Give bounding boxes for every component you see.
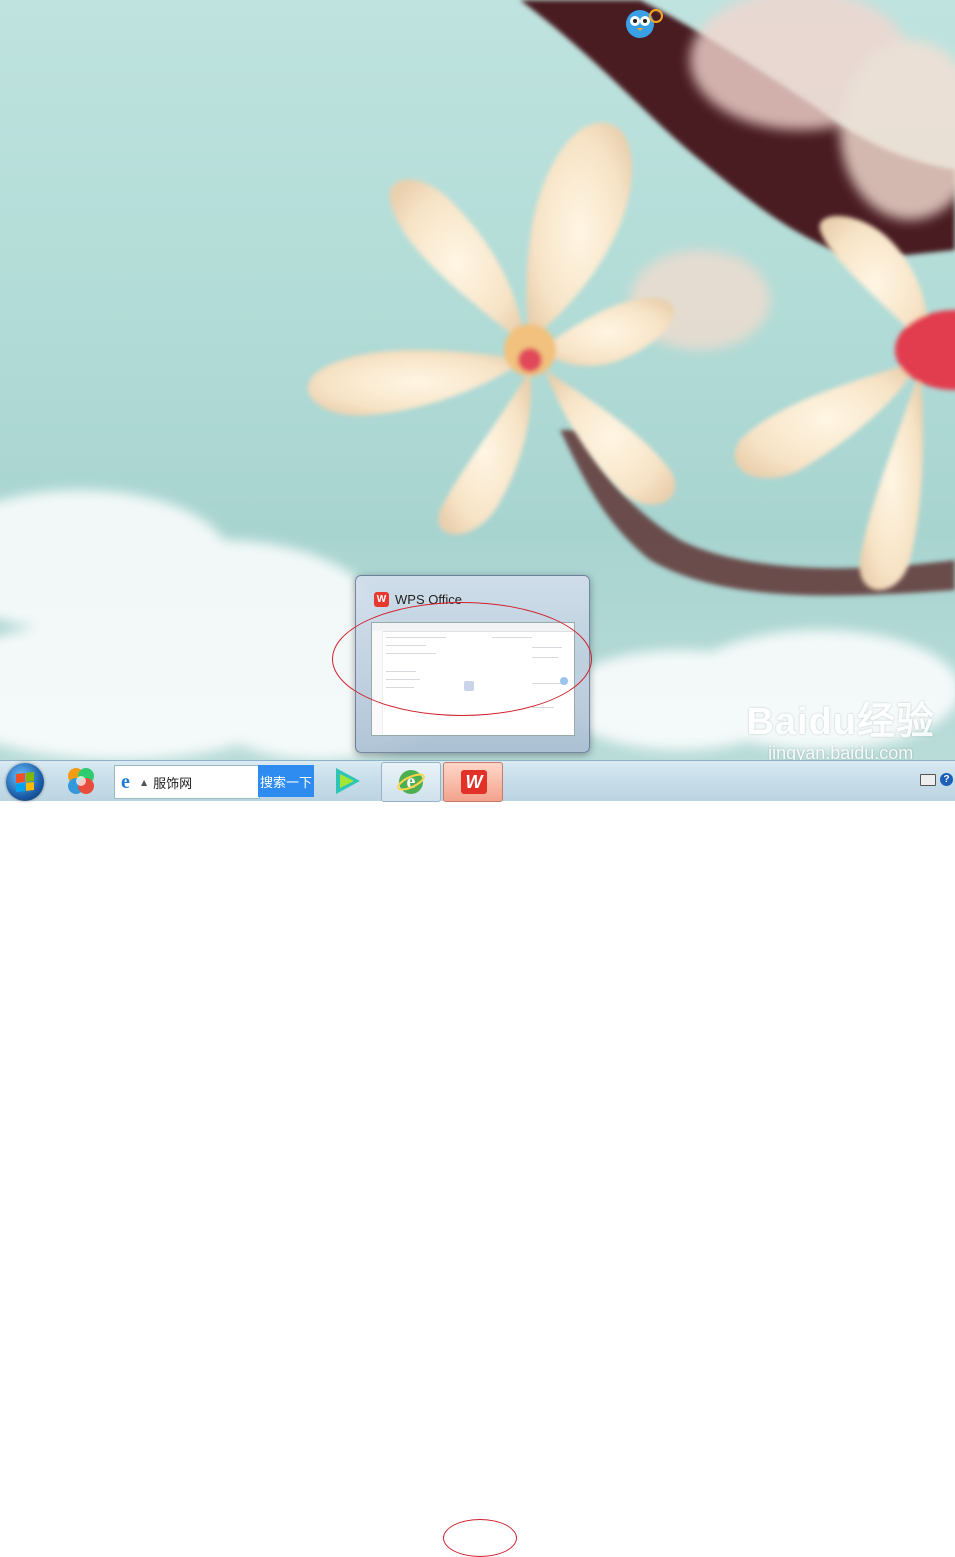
taskbar-thumbnail-preview[interactable]: W WPS Office (355, 575, 590, 753)
thumbnail-line (386, 687, 414, 688)
preview-title-text: WPS Office (395, 592, 462, 607)
window-thumbnail[interactable] (371, 622, 575, 736)
watermark-url: jingyan.baidu.com (768, 743, 914, 760)
taskbar: e ▲ 搜索一下 e W ? (0, 760, 955, 1557)
thumbnail-line (386, 645, 426, 646)
svg-text:e: e (407, 771, 416, 793)
search-button[interactable]: 搜索一下 (258, 765, 314, 797)
wps-icon: W (461, 770, 487, 794)
keyboard-icon[interactable] (920, 773, 936, 786)
windows-start-icon[interactable] (6, 763, 44, 801)
thumbnail-line (386, 671, 416, 672)
help-icon[interactable]: ? (940, 773, 953, 786)
thumbnail-line (532, 707, 554, 708)
thumbnail-line (492, 637, 532, 638)
annotation-ellipse (443, 1519, 517, 1557)
taskbar-browser-button[interactable]: e (381, 762, 441, 802)
system-tray: ? (920, 773, 953, 786)
play-icon[interactable] (330, 764, 364, 798)
thumbnail-titlebar (372, 623, 574, 632)
chevron-up-icon[interactable]: ▲ (141, 778, 147, 787)
thumbnail-line (386, 637, 446, 638)
thumbnail-line (532, 647, 562, 648)
thumbnail-line (532, 657, 558, 658)
thumbnail-line (386, 679, 420, 680)
taskbar-wps-button[interactable]: W (443, 762, 503, 802)
watermark-logo: Baidu经验 (746, 701, 935, 743)
thumbnail-line (532, 683, 562, 684)
thumbnail-sidebar (372, 631, 383, 735)
thumbnail-empty-icon (464, 681, 474, 691)
mascot-icon[interactable] (624, 6, 664, 40)
ie-360-icon: e (397, 770, 425, 794)
wps-icon: W (374, 592, 389, 607)
search-input[interactable] (151, 773, 256, 791)
taskbar-search-box[interactable]: e ▲ (114, 765, 260, 799)
preview-title: W WPS Office (374, 592, 462, 607)
desktop: Baidu经验 jingyan.baidu.com W WPS Office (0, 0, 955, 760)
thumbnail-bubble-icon (560, 677, 568, 685)
ie-icon: e (121, 771, 130, 793)
colorful-ball-icon[interactable] (64, 764, 98, 798)
thumbnail-line (386, 653, 436, 654)
baidu-watermark: Baidu经验 jingyan.baidu.com (746, 690, 935, 760)
